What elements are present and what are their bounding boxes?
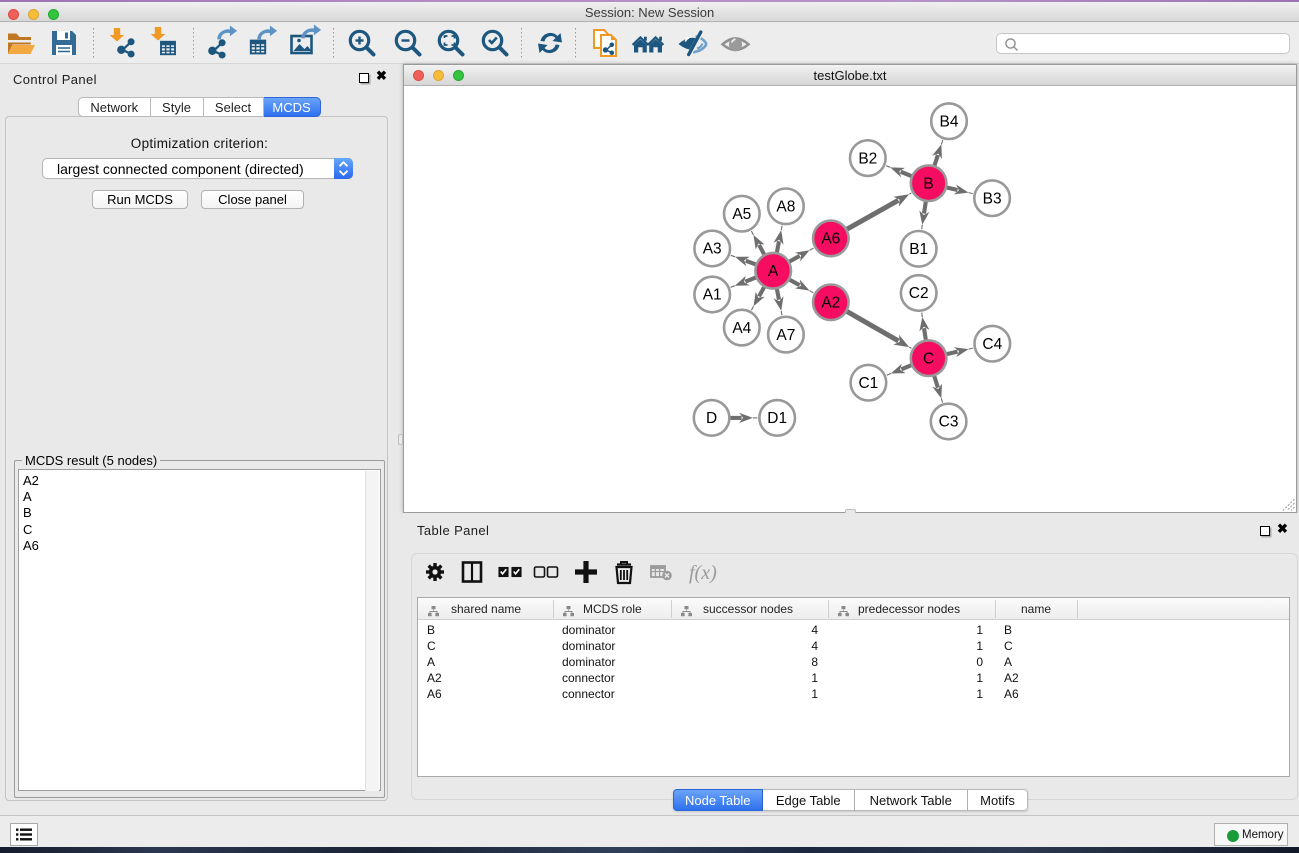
svg-text:A6: A6: [821, 231, 840, 248]
svg-text:A2: A2: [821, 295, 840, 312]
svg-text:B2: B2: [858, 150, 877, 167]
svg-text:C: C: [923, 350, 934, 367]
svg-text:C1: C1: [858, 375, 878, 392]
svg-text:B4: B4: [940, 113, 959, 130]
svg-text:B3: B3: [983, 190, 1002, 207]
svg-text:B1: B1: [909, 241, 928, 258]
svg-text:A4: A4: [732, 320, 751, 337]
svg-text:A5: A5: [732, 206, 751, 223]
svg-text:f(x): f(x): [689, 562, 717, 584]
svg-text:A3: A3: [703, 241, 722, 258]
svg-text:A: A: [768, 263, 779, 280]
svg-text:C2: C2: [909, 285, 929, 302]
svg-text:B: B: [923, 175, 933, 192]
svg-text:C4: C4: [982, 336, 1002, 353]
svg-text:C3: C3: [939, 414, 959, 431]
svg-text:D1: D1: [767, 410, 787, 427]
svg-text:D: D: [706, 410, 717, 427]
svg-text:A1: A1: [703, 287, 722, 304]
svg-text:A7: A7: [776, 327, 795, 344]
svg-text:A8: A8: [776, 199, 795, 216]
